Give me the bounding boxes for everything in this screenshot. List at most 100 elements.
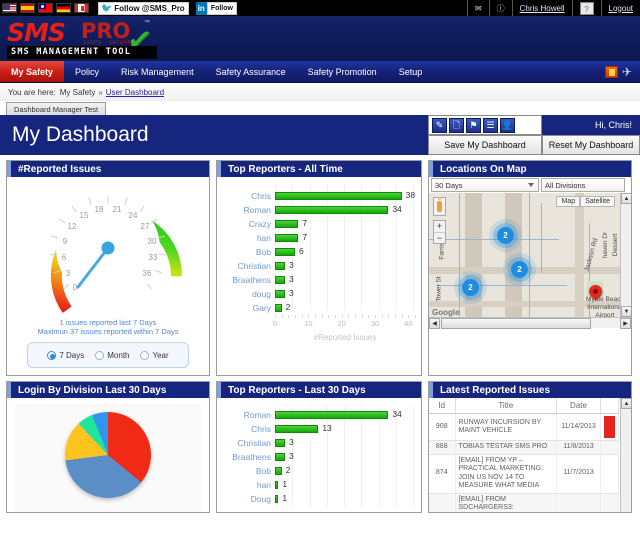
map-division-select[interactable]: All Divisions	[541, 178, 625, 192]
scroll-left-arrow-icon[interactable]: ◀	[429, 318, 440, 329]
radio-year[interactable]: Year	[140, 350, 169, 360]
map-cluster-3[interactable]: 2	[462, 279, 479, 296]
twitter-follow-button[interactable]: 🐦 Follow @SMS_Pro	[98, 1, 189, 15]
bar[interactable]	[275, 411, 389, 419]
bar[interactable]	[275, 248, 295, 256]
bar[interactable]	[275, 220, 299, 228]
issues-vertical-scrollbar[interactable]: ▲	[620, 398, 631, 512]
sms-pro-logo[interactable]: SMS PRO ™ safety · security · quality ✓ …	[5, 18, 160, 60]
nav-item-my-safety[interactable]: My Safety	[0, 61, 65, 82]
bar-track: 3	[275, 450, 415, 464]
table-row[interactable]: 888 TOBIAS TESTAR SMS PRO 11/8/2013	[429, 440, 619, 455]
reset-my-dashboard-button[interactable]: Reset My Dashboard	[542, 135, 640, 155]
cell-title[interactable]: [EMAIL] FROM YP – PRACTICAL MARKETING: J…	[455, 454, 557, 494]
map-horizontal-scrollbar[interactable]: ◀ ▶	[429, 317, 631, 329]
breadcrumb-root[interactable]: My Safety	[60, 88, 96, 97]
map-cluster-1[interactable]: 2	[497, 227, 514, 244]
bar[interactable]	[275, 192, 402, 200]
us-flag-icon[interactable]	[2, 3, 17, 13]
info-icon[interactable]: ⓘ	[488, 0, 512, 16]
table-row[interactable]: 908 RUNWAY INCURSION BY MAINT VEHICLE 11/1…	[429, 413, 619, 441]
logout-label[interactable]: Logout	[609, 4, 633, 13]
radio-month-dot[interactable]	[95, 350, 105, 360]
bar[interactable]	[275, 481, 279, 489]
save-my-dashboard-button[interactable]: Save My Dashboard	[428, 135, 542, 155]
airplane-icon[interactable]: ✈	[622, 66, 632, 78]
bar[interactable]	[275, 467, 282, 475]
map-type-satellite-button[interactable]: Satellite	[580, 196, 615, 207]
axis-tick	[401, 315, 403, 318]
pie-chart-login-by-division[interactable]	[65, 412, 151, 498]
table-row[interactable]: 873[EMAIL] FROM SDCHARGERS3: RE:NEWEST 2…	[429, 493, 619, 512]
column-header-title[interactable]: Title	[455, 398, 557, 414]
user-name-link[interactable]: Chris Howell	[511, 0, 572, 16]
alert-icon[interactable]	[604, 66, 618, 78]
map-range-select[interactable]: 30 Days	[431, 178, 539, 192]
map-vertical-scrollbar[interactable]: ▲ ▼	[620, 193, 631, 317]
radio-year-dot[interactable]	[140, 350, 150, 360]
avatar[interactable]: ?	[571, 0, 601, 16]
bar[interactable]	[275, 453, 285, 461]
scroll-right-arrow-icon[interactable]: ▶	[620, 318, 631, 329]
nav-item-policy[interactable]: Policy	[64, 61, 110, 82]
bar[interactable]	[275, 304, 282, 312]
linkedin-follow-button[interactable]: in Follow	[195, 1, 237, 15]
cell-title[interactable]: RUNWAY INCURSION BY MAINT VEHICLE	[455, 413, 557, 441]
map-hscroll-thumb[interactable]	[441, 318, 591, 329]
nav-item-safety-assurance[interactable]: Safety Assurance	[205, 61, 297, 82]
nav-item-risk-management[interactable]: Risk Management	[110, 61, 205, 82]
column-header-date[interactable]: Date	[556, 398, 601, 414]
bar[interactable]	[275, 276, 285, 284]
map-zoom-in-button[interactable]: +	[434, 221, 445, 232]
tab-strip: Dashboard Manager Test	[0, 101, 640, 115]
logout-link[interactable]: Logout	[600, 0, 640, 16]
edit-icon[interactable]: ✎	[432, 117, 447, 133]
nav-item-setup[interactable]: Setup	[388, 61, 434, 82]
map-cluster-2[interactable]: 2	[511, 261, 528, 278]
breadcrumb-current[interactable]: User Dashboard	[106, 88, 164, 97]
tab-dashboard-manager-test[interactable]: Dashboard Manager Test	[6, 102, 107, 115]
cell-title[interactable]: TOBIAS TESTAR SMS PRO	[455, 440, 557, 455]
radio-year-label: Year	[152, 350, 169, 360]
germany-flag-icon[interactable]	[56, 3, 71, 13]
flag-icon[interactable]: ⚑	[466, 117, 481, 133]
scroll-up-arrow-icon[interactable]: ▲	[621, 193, 631, 204]
canada-flag-icon[interactable]	[74, 3, 89, 13]
bar[interactable]	[275, 262, 285, 270]
issues-scroll-up-icon[interactable]: ▲	[621, 398, 631, 409]
mail-icon[interactable]: ✉	[466, 0, 489, 16]
bar-value-label: 7	[302, 218, 308, 228]
document-icon[interactable]: ☰	[483, 117, 498, 133]
bar[interactable]	[275, 290, 285, 298]
spain-flag-icon[interactable]	[20, 3, 35, 13]
cell-title[interactable]: [EMAIL] FROM SDCHARGERS3: RE:NEWEST 2600…	[455, 493, 557, 512]
bar-value-label: 38	[405, 190, 416, 200]
bar[interactable]	[275, 495, 279, 503]
google-map[interactable]: Farris Dr Tower St haven Dr Dessert Dr J…	[429, 193, 631, 317]
taiwan-flag-icon[interactable]	[38, 3, 53, 13]
radio-7-days-dot[interactable]	[47, 350, 57, 360]
user-name-label[interactable]: Chris Howell	[520, 4, 565, 13]
bar[interactable]	[275, 425, 319, 433]
copy-icon[interactable]: 🗋	[449, 117, 464, 133]
radio-month[interactable]: Month	[95, 350, 129, 360]
bar-value-label: 3	[288, 260, 294, 270]
bar[interactable]	[275, 234, 299, 242]
scroll-down-arrow-icon[interactable]: ▼	[621, 306, 631, 317]
radio-7-days[interactable]: 7 Days	[47, 350, 84, 360]
user-icon[interactable]: 👤	[500, 117, 515, 133]
map-zoom-out-button[interactable]: −	[434, 232, 445, 243]
bar-chart-row: han 1	[219, 478, 415, 492]
pegman-streetview-icon[interactable]	[433, 197, 446, 216]
bar-chart-row: Braathens 3	[219, 450, 415, 464]
bar-chart-30-days: Roman 34 Chris 13 Christian 3 Braathens 3 Bob 2 ha…	[217, 398, 421, 508]
bar-track: 1	[275, 492, 415, 506]
column-header-id[interactable]: Id	[429, 398, 456, 414]
bar[interactable]	[275, 439, 285, 447]
table-row[interactable]: 874 [EMAIL] FROM YP – PRACTICAL MARKETING…	[429, 454, 619, 494]
latest-issues-table-wrapper[interactable]: Id Title Date 908 RUNWAY INCURSION BY MAINT …	[429, 398, 631, 512]
map-type-map-button[interactable]: Map	[556, 196, 581, 207]
bar[interactable]	[275, 206, 389, 214]
nav-item-safety-promotion[interactable]: Safety Promotion	[297, 61, 388, 82]
axis-tick	[348, 315, 350, 318]
